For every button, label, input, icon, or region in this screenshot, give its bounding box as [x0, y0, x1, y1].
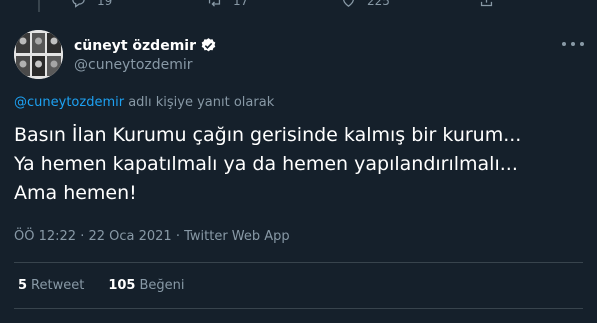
author-name[interactable]: cüneyt özdemir [74, 38, 196, 54]
reply-context-label: adlı kişiye yanıt olarak [124, 95, 275, 110]
more-options-button[interactable] [562, 38, 584, 50]
tweet-text-line: Ama hemen! [14, 182, 137, 204]
thread-line [38, 0, 40, 12]
divider [14, 262, 583, 263]
tweet-text: Basın İlan Kurumu çağın gerisinde kalmış… [14, 121, 584, 208]
author-handle[interactable]: @cuneytozdemir [74, 57, 193, 73]
reply-mention-link[interactable]: @cuneytozdemir [14, 95, 124, 110]
verified-badge-icon [201, 38, 216, 52]
retweets-stat[interactable]: 5 Retweet [18, 278, 84, 293]
likes-count: 105 [108, 278, 136, 293]
retweet-icon [208, 0, 221, 7]
previous-tweet-action-bar: 19 17 225 [0, 0, 597, 12]
tweet-text-line: Ya hemen kapatılmalı ya da hemen yapılan… [14, 153, 518, 175]
retweets-label: Retweet [31, 278, 85, 293]
divider [14, 308, 583, 309]
reply-action[interactable]: 19 [70, 0, 112, 9]
share-icon [480, 0, 493, 7]
like-count: 225 [367, 0, 390, 8]
tweet-timestamp[interactable]: ÖÖ 12:22 · 22 Oca 2021 · Twitter Web App [14, 229, 290, 244]
like-action[interactable]: 225 [340, 0, 390, 9]
tweet-header: cüneyt özdemir @cuneytozdemir [14, 30, 584, 80]
avatar[interactable] [14, 30, 63, 79]
tweet-text-line: Basın İlan Kurumu çağın gerisinde kalmış… [14, 124, 522, 146]
likes-stat[interactable]: 105 Beğeni [108, 278, 184, 293]
retweets-count: 5 [18, 278, 28, 293]
reply-context: @cuneytozdemir adlı kişiye yanıt olarak [14, 95, 274, 110]
retweet-count: 17 [233, 0, 249, 8]
reply-count: 19 [97, 0, 113, 8]
heart-icon [343, 0, 354, 7]
retweet-action[interactable]: 17 [206, 0, 248, 9]
author-name-row[interactable]: cüneyt özdemir [74, 37, 217, 54]
more-dot-icon [580, 42, 584, 46]
avatar-image [14, 30, 63, 79]
more-dot-icon [562, 42, 566, 46]
reply-icon [72, 0, 85, 8]
more-dot-icon [571, 42, 575, 46]
share-action[interactable] [478, 0, 495, 9]
engagement-stats: 5 Retweet 105 Beğeni [18, 278, 209, 293]
likes-label: Beğeni [139, 278, 185, 293]
